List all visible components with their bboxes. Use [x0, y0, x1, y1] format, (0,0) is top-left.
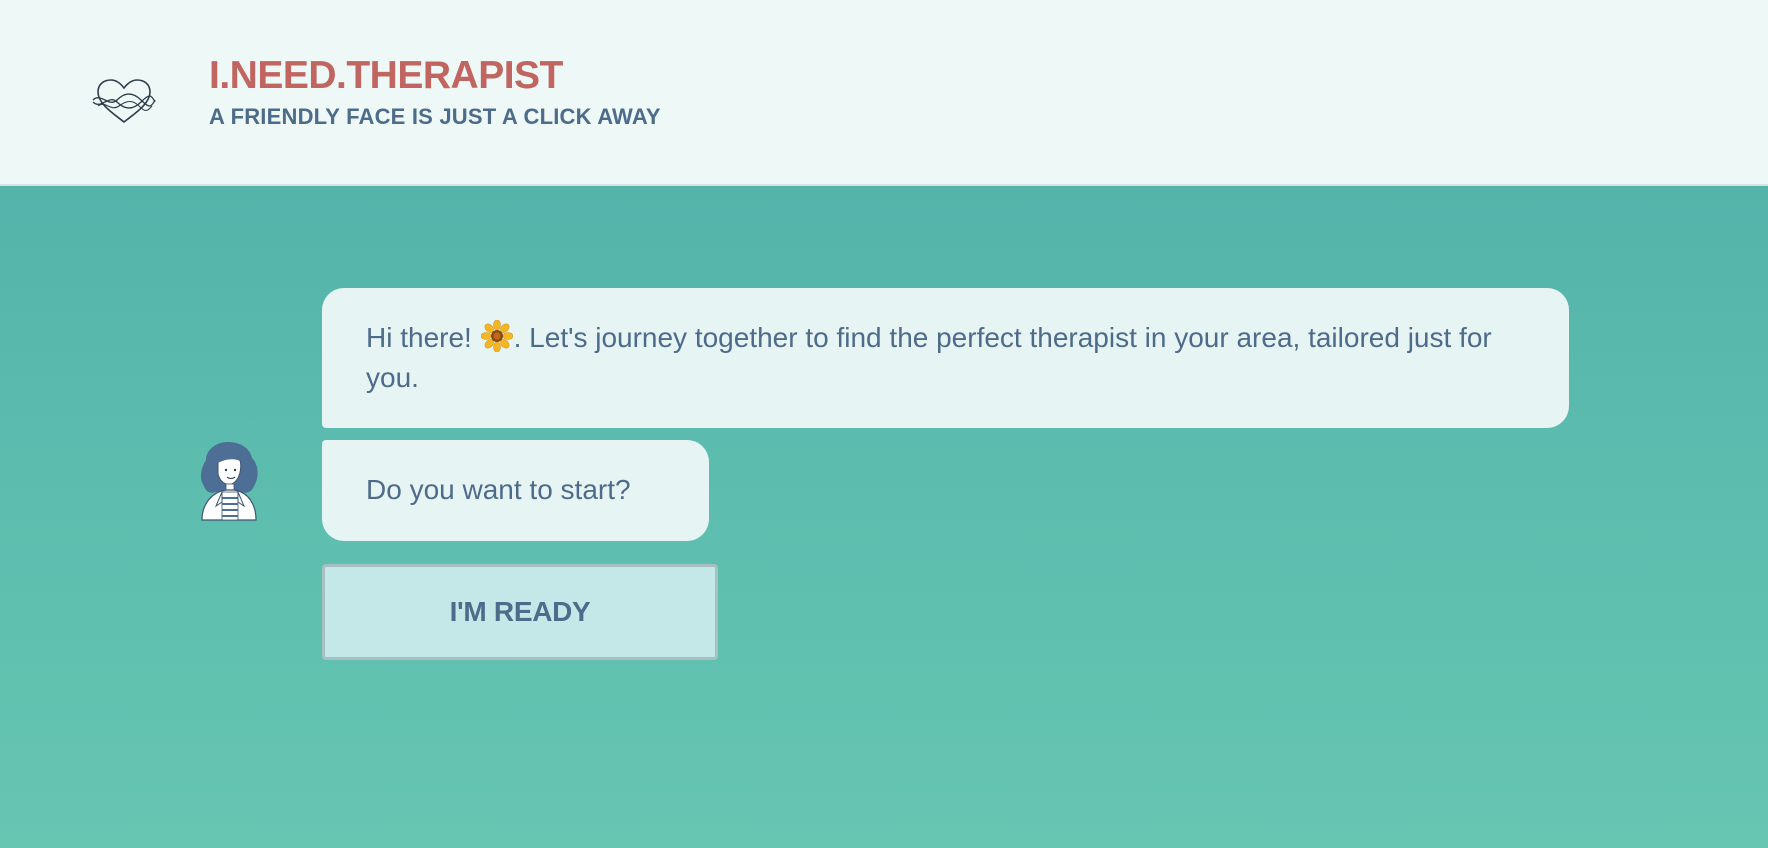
im-ready-button[interactable]: I'M READY: [322, 564, 718, 660]
sunflower-icon: [480, 320, 513, 352]
message-text-start: Hi there!: [366, 322, 480, 353]
heart-waves-icon[interactable]: [92, 78, 156, 126]
chat-message-greeting: Hi there! . Let's journey together to fi…: [322, 288, 1569, 428]
chat-message-question: Do you want to start?: [322, 440, 709, 541]
site-title[interactable]: I.NEED.THERAPIST: [209, 53, 661, 99]
therapist-avatar: [200, 442, 258, 521]
site-tagline: A FRIENDLY FACE IS JUST A CLICK AWAY: [209, 104, 661, 129]
brand: I.NEED.THERAPIST A FRIENDLY FACE IS JUST…: [209, 53, 661, 131]
site-header: I.NEED.THERAPIST A FRIENDLY FACE IS JUST…: [0, 0, 1768, 186]
message-text: Do you want to start?: [366, 474, 631, 505]
message-text-end: . Let's journey together to find the per…: [366, 322, 1492, 393]
